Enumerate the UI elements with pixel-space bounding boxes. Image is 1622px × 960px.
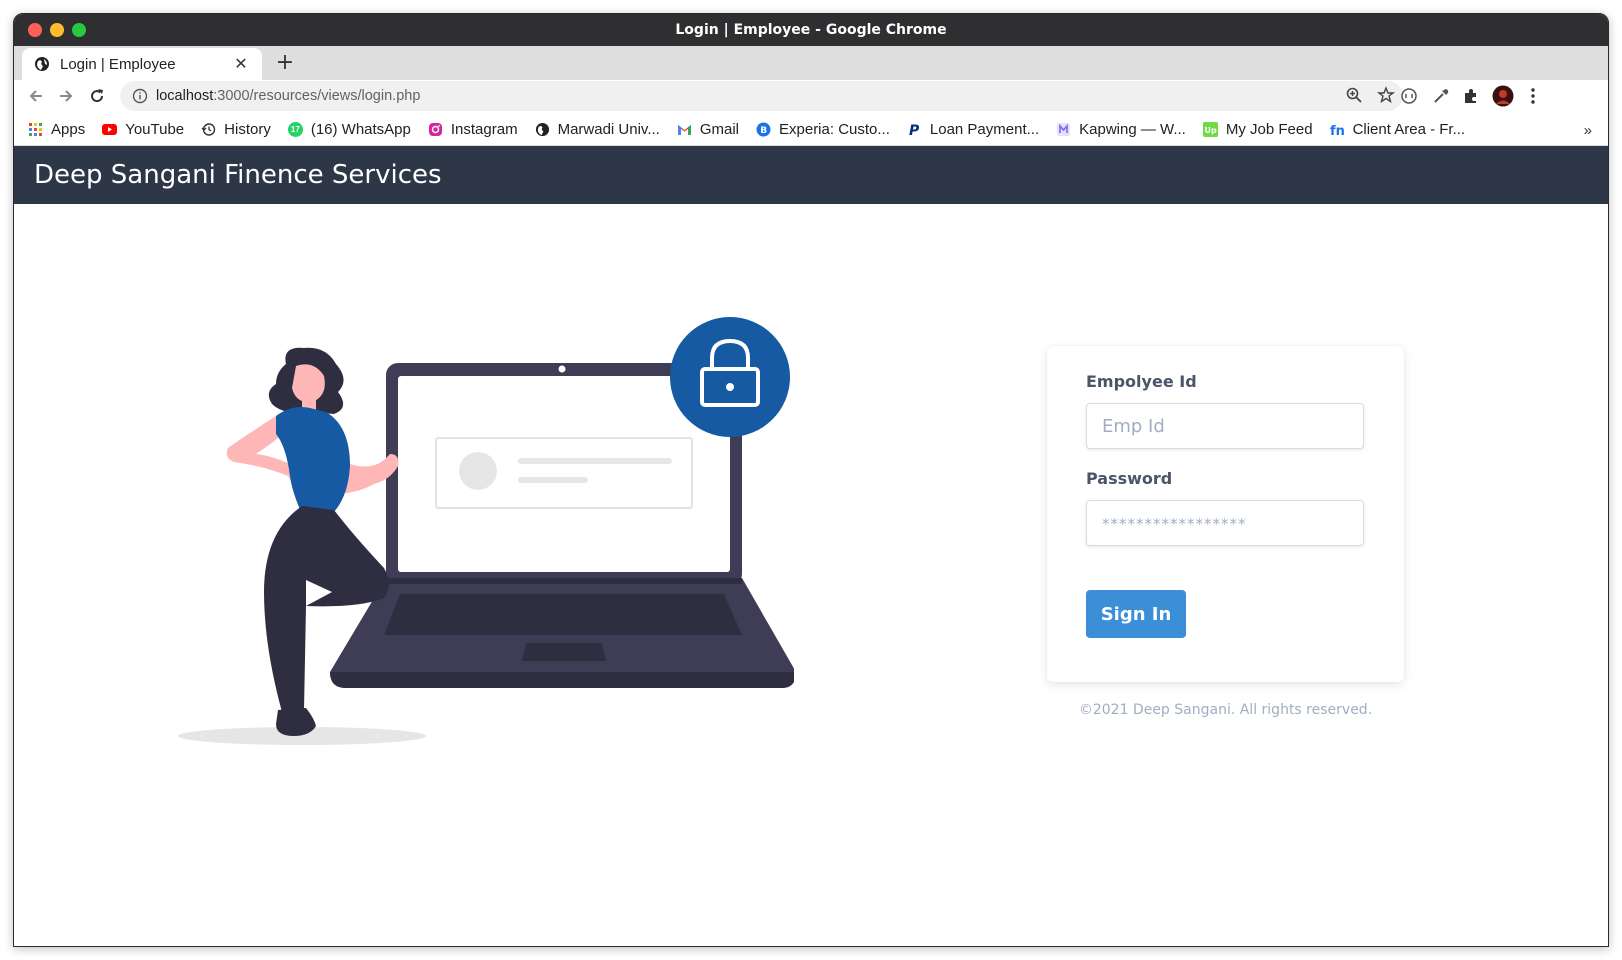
back-arrow-icon[interactable] xyxy=(24,84,48,108)
password-label: Password xyxy=(1086,469,1173,488)
site-brand[interactable]: Deep Sangani Finence Services xyxy=(34,160,442,190)
bookmarks-overflow-icon[interactable]: » xyxy=(1584,122,1592,139)
tab-close-icon[interactable]: ✕ xyxy=(232,54,250,74)
url-host: localhost xyxy=(156,88,214,104)
bookmark-label: YouTube xyxy=(125,121,185,138)
experia-icon: B xyxy=(756,122,771,137)
globe-icon xyxy=(535,122,549,137)
bookmark-label: Gmail xyxy=(699,121,739,138)
bookmark-label: Instagram xyxy=(450,121,518,138)
minimize-window-button[interactable] xyxy=(50,23,64,37)
bookmark-label: Experia: Custo... xyxy=(779,121,890,138)
browser-toolbar: localhost:3000/resources/views/login.php xyxy=(14,80,1608,112)
history-icon xyxy=(201,123,216,136)
bookmark-instagram[interactable]: Instagram xyxy=(428,121,518,138)
bookmark-youtube[interactable]: YouTube xyxy=(102,121,184,138)
login-illustration xyxy=(178,317,794,745)
bookmark-label: (16) WhatsApp xyxy=(310,121,411,138)
emp-id-input[interactable] xyxy=(1086,403,1364,449)
bookmark-marwadi[interactable]: Marwadi Univ... xyxy=(535,121,660,138)
bookmark-loan-payment[interactable]: P Loan Payment... xyxy=(907,121,1039,138)
bookmark-label: Marwadi Univ... xyxy=(557,121,660,138)
svg-text:P: P xyxy=(909,123,920,137)
forward-arrow-icon[interactable] xyxy=(54,84,78,108)
eyedropper-icon[interactable] xyxy=(1430,85,1452,107)
bookmark-apps[interactable]: Apps xyxy=(28,121,85,138)
bookmarks-bar: Apps YouTube History 17 (16) WhatsApp In… xyxy=(14,114,1608,146)
emp-id-label: Empolyee Id xyxy=(1086,372,1197,391)
woman-shoe xyxy=(276,708,316,736)
profile-avatar[interactable] xyxy=(1492,85,1514,107)
extension-circle-icon[interactable] xyxy=(1398,85,1420,107)
bookmark-label: Apps xyxy=(51,121,86,138)
bookmark-label: History xyxy=(224,121,271,138)
bookmark-label: Client Area - Fr... xyxy=(1352,121,1466,138)
bookmark-experia[interactable]: B Experia: Custo... xyxy=(756,121,890,138)
bookmark-history[interactable]: History xyxy=(201,121,271,138)
password-input[interactable] xyxy=(1086,500,1364,546)
title-bar: Login | Employee - Google Chrome xyxy=(14,14,1608,46)
puzzle-extensions-icon[interactable] xyxy=(1460,85,1482,107)
globe-icon xyxy=(35,57,49,71)
svg-text:Up: Up xyxy=(1204,126,1216,135)
whatsapp-icon: 17 xyxy=(287,122,303,137)
maximize-window-button[interactable] xyxy=(72,23,86,37)
fn-icon: fn xyxy=(1330,124,1345,137)
upwork-icon: Up xyxy=(1202,122,1218,137)
bookmark-label: Loan Payment... xyxy=(929,121,1040,138)
star-bookmark-icon[interactable] xyxy=(1377,86,1395,104)
copyright-text: ©2021 Deep Sangani. All rights reserved. xyxy=(1078,702,1373,718)
paypal-icon: P xyxy=(909,123,920,137)
bookmark-my-job-feed[interactable]: Up My Job Feed xyxy=(1202,121,1313,138)
bookmark-kapwing[interactable]: Kapwing — W... xyxy=(1056,121,1186,138)
sign-in-button[interactable]: Sign In xyxy=(1086,590,1186,638)
tab-title: Login | Employee xyxy=(60,55,176,73)
bookmark-label: My Job Feed xyxy=(1225,121,1313,138)
gmail-icon xyxy=(677,125,691,135)
info-icon[interactable] xyxy=(132,88,148,104)
window-controls xyxy=(28,23,86,37)
lock-circle xyxy=(670,317,790,437)
youtube-icon xyxy=(102,124,118,135)
browser-window: Login | Employee - Google Chrome Login |… xyxy=(13,13,1609,947)
page-content: Deep Sangani Finence Services Empolyee I… xyxy=(14,146,1608,946)
bookmark-whatsapp[interactable]: 17 (16) WhatsApp xyxy=(287,121,411,138)
close-window-button[interactable] xyxy=(28,23,42,37)
kebab-menu-icon[interactable] xyxy=(1522,85,1544,107)
apps-grid-icon xyxy=(29,123,42,136)
new-tab-button[interactable]: + xyxy=(272,50,298,76)
svg-text:B: B xyxy=(760,126,767,136)
site-navbar: Deep Sangani Finence Services xyxy=(14,146,1608,204)
window-title: Login | Employee - Google Chrome xyxy=(675,22,947,38)
tab-strip: Login | Employee ✕ + xyxy=(14,46,1608,80)
zoom-icon[interactable] xyxy=(1345,86,1363,104)
address-bar[interactable]: localhost:3000/resources/views/login.php xyxy=(120,81,1403,111)
login-card: Empolyee Id Password Sign In xyxy=(1047,346,1404,682)
bookmark-label: Kapwing — W... xyxy=(1079,121,1186,138)
bookmark-gmail[interactable]: Gmail xyxy=(677,121,739,138)
woman-shirt xyxy=(276,407,350,514)
instagram-icon xyxy=(428,123,442,136)
tab-login[interactable]: Login | Employee ✕ xyxy=(22,48,262,80)
kapwing-icon xyxy=(1057,123,1071,136)
url-path: :3000/resources/views/login.php xyxy=(213,88,421,104)
reload-icon[interactable] xyxy=(85,84,109,108)
bookmark-client-area[interactable]: fn Client Area - Fr... xyxy=(1330,121,1466,138)
svg-text:fn: fn xyxy=(1330,124,1345,137)
